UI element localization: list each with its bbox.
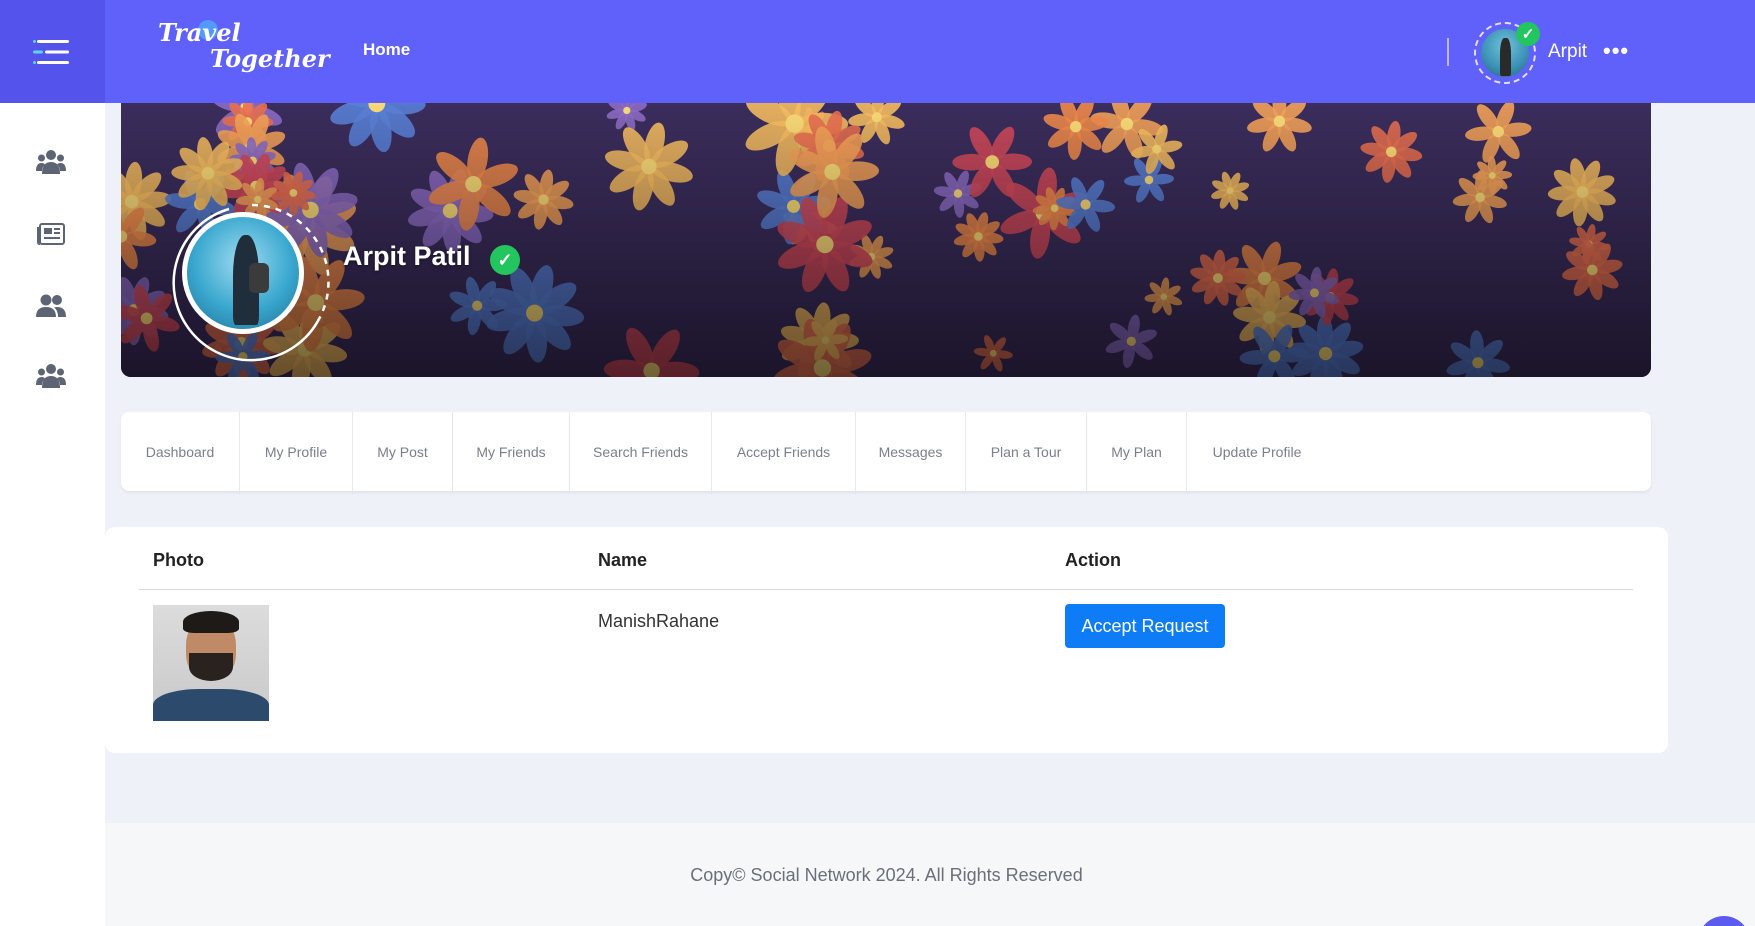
top-header: Travel Together Home ✓ Arpit ••• <box>0 0 1755 103</box>
column-header-photo: Photo <box>153 550 204 570</box>
profile-avatar[interactable] <box>182 212 304 334</box>
friends-icon <box>36 294 66 317</box>
groups-icon <box>36 150 66 174</box>
sidebar-item-news[interactable] <box>32 217 70 251</box>
profile-tabs: Dashboard My Profile My Post My Friends … <box>121 412 1651 491</box>
tab-update-profile[interactable]: Update Profile <box>1187 412 1327 491</box>
logo-line2: Together <box>210 44 330 73</box>
community-icon <box>36 364 66 388</box>
request-photo <box>153 605 269 721</box>
photo-shirt <box>153 689 269 721</box>
tab-dashboard[interactable]: Dashboard <box>121 412 240 491</box>
tab-my-post[interactable]: My Post <box>353 412 453 491</box>
user-name[interactable]: Arpit <box>1548 41 1587 63</box>
column-header-action: Action <box>1065 550 1121 570</box>
footer-copyright: Copy© Social Network 2024. All Rights Re… <box>690 865 1083 885</box>
sidebar-item-community[interactable] <box>32 359 70 393</box>
profile-backpack-figure <box>249 263 269 293</box>
photo-hair <box>183 611 239 633</box>
nav-home-link[interactable]: Home <box>363 40 410 60</box>
sidebar-item-friends[interactable] <box>32 289 70 323</box>
tab-my-friends[interactable]: My Friends <box>453 412 570 491</box>
profile-cover-banner <box>121 103 1651 377</box>
sidebar <box>0 103 105 926</box>
column-header-name: Name <box>598 550 648 570</box>
sidebar-item-groups[interactable] <box>32 145 70 179</box>
request-name: ManishRahane <box>598 611 720 631</box>
verified-check-icon: ✓ <box>1516 22 1540 46</box>
profile-verified-icon: ✓ <box>490 245 520 275</box>
tab-search-friends[interactable]: Search Friends <box>570 412 712 491</box>
photo-beard <box>189 653 233 681</box>
logo-line1: Travel <box>158 18 241 47</box>
tab-my-plan[interactable]: My Plan <box>1087 412 1187 491</box>
floral-cover-art <box>121 103 1651 377</box>
tab-messages[interactable]: Messages <box>856 412 966 491</box>
header-divider <box>1447 38 1449 66</box>
hamburger-icon <box>32 39 69 64</box>
newspaper-icon <box>37 223 65 245</box>
tab-my-profile[interactable]: My Profile <box>240 412 353 491</box>
profile-name: Arpit Patil <box>343 241 471 271</box>
site-logo[interactable]: Travel Together <box>158 18 330 82</box>
footer: Copy© Social Network 2024. All Rights Re… <box>105 823 1755 926</box>
menu-toggle-button[interactable] <box>0 0 105 103</box>
tab-plan-a-tour[interactable]: Plan a Tour <box>966 412 1087 491</box>
accept-request-button[interactable]: Accept Request <box>1065 604 1225 648</box>
table-header: Photo Name Action <box>139 527 1633 590</box>
tab-accept-friends[interactable]: Accept Friends <box>712 412 856 491</box>
more-options-icon[interactable]: ••• <box>1603 38 1629 64</box>
